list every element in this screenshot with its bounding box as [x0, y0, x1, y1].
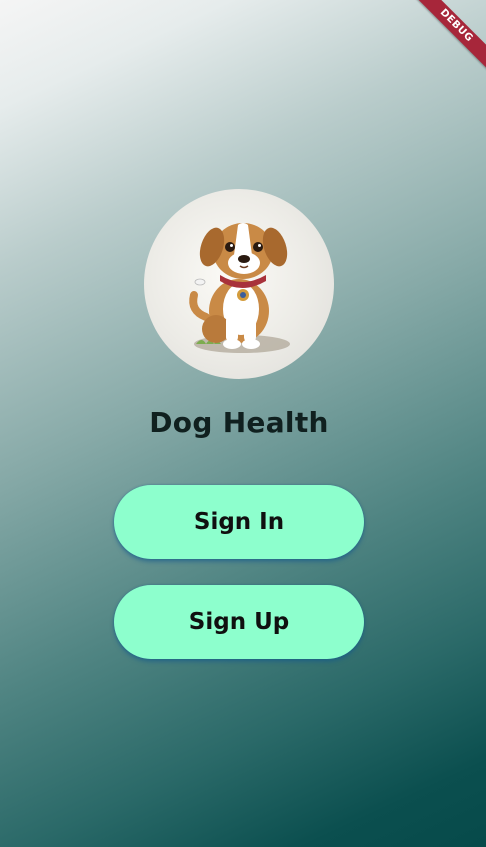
dog-avatar: [144, 189, 334, 379]
debug-banner: DEBUG: [396, 0, 486, 90]
app-title: Dog Health: [149, 406, 329, 439]
sign-up-button[interactable]: Sign Up: [114, 585, 364, 659]
puppy-icon: [189, 223, 290, 353]
sign-in-button[interactable]: Sign In: [114, 485, 364, 559]
debug-banner-label: DEBUG: [407, 0, 486, 75]
